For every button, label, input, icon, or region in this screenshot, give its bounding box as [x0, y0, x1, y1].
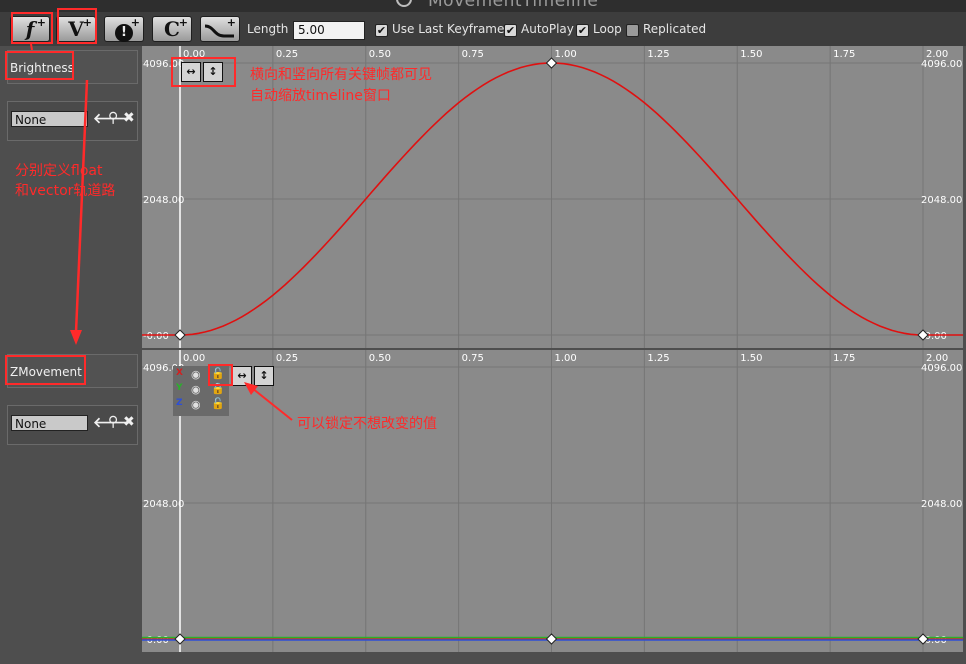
curve-asset-row: None 🡐 ⚲ ✖ — [7, 405, 138, 445]
plus-icon: + — [130, 16, 140, 29]
time-tick-label: 1.50 — [740, 49, 762, 60]
time-tick-label: 1.75 — [833, 49, 855, 60]
annotation-track-type-line2: 和vector轨道路 — [15, 183, 116, 199]
annotation-lock-note: 可以锁定不想改变的值 — [297, 416, 437, 432]
clear-close-icon[interactable]: ✖ — [123, 110, 135, 126]
value-tick-label-left: -0.00 — [143, 331, 169, 342]
keyframe-marker — [174, 329, 186, 341]
window-title: MovementTimeline — [428, 0, 599, 11]
curve-asset-row: None 🡐 ⚲ ✖ — [7, 101, 138, 141]
curve-asset-select[interactable]: None — [11, 111, 88, 127]
annotation-box — [11, 12, 53, 44]
time-tick-label: 0.75 — [462, 49, 484, 60]
time-tick-label: 0.25 — [276, 49, 298, 60]
curve-asset-select[interactable]: None — [11, 415, 88, 431]
time-tick-label: 0.50 — [369, 49, 391, 60]
length-input[interactable]: 5.00 — [293, 21, 365, 40]
time-tick-label: 0.75 — [462, 353, 484, 364]
time-tick-label: 1.50 — [740, 353, 762, 364]
eye-icon[interactable]: ◉ — [191, 383, 201, 396]
color-track-icon: C — [164, 17, 180, 41]
annotation-track-type-line1: 分别定义float — [15, 163, 103, 179]
time-tick-label: 1.00 — [555, 49, 577, 60]
eye-icon[interactable]: ◉ — [191, 398, 201, 411]
value-tick-label-left: 2048.00 — [143, 195, 184, 206]
use-last-keyframe-label: Use Last Keyframe? — [392, 22, 511, 36]
add-color-track-button[interactable]: C + — [152, 16, 192, 42]
autoplay-checkbox[interactable]: ✔ — [504, 24, 517, 37]
loop-checkbox[interactable]: ✔ — [576, 24, 589, 37]
annotation-box — [5, 51, 74, 80]
time-tick-label: 1.25 — [647, 49, 669, 60]
channel-label: X — [176, 368, 183, 378]
eye-icon[interactable]: ◉ — [191, 368, 201, 381]
time-tick-label: 1.75 — [833, 353, 855, 364]
browse-search-icon[interactable]: ⚲ — [108, 414, 118, 430]
annotation-zoom-note-line2: 自动缩放timeline窗口 — [250, 88, 391, 104]
value-tick-label-left: 2048.00 — [143, 499, 184, 510]
annotation-zoom-note-line1: 横向和竖向所有关键帧都可见 — [250, 67, 432, 83]
curve-graph-svg[interactable]: 0.00 0.25 0.50 0.75 1.00 1.25 1.50 1.75 2.004096… — [142, 350, 963, 652]
zoom-horizontal-fit-button[interactable]: ↔ — [232, 366, 252, 386]
annotation-box — [5, 355, 86, 385]
unlock-icon[interactable]: 🔓 — [211, 397, 225, 410]
value-tick-label-right: 2048.00 — [921, 195, 962, 206]
zoom-vertical-fit-button[interactable]: ↕ — [254, 366, 274, 386]
time-tick-label: 0.50 — [369, 353, 391, 364]
channel-label: Z — [176, 398, 183, 408]
timeline-icon — [396, 0, 412, 7]
annotation-box — [57, 8, 97, 44]
length-label: Length — [247, 22, 289, 36]
add-event-track-button[interactable]: ! + — [104, 16, 144, 42]
value-tick-label-right: 2048.00 — [921, 499, 962, 510]
replicated-label: Replicated — [643, 22, 707, 36]
channel-row-z: Z ◉ 🔓 — [176, 397, 228, 412]
value-tick-label-right: 4096.00 — [921, 363, 962, 374]
time-tick-label: 1.25 — [647, 353, 669, 364]
plus-icon: + — [178, 16, 188, 29]
loop-label: Loop — [593, 22, 622, 36]
add-external-curve-button[interactable]: + — [200, 16, 240, 42]
clear-close-icon[interactable]: ✖ — [123, 414, 135, 430]
replicated-checkbox[interactable] — [626, 24, 639, 37]
plus-icon: + — [226, 16, 236, 29]
value-tick-label-right: 4096.00 — [921, 59, 962, 70]
curve-graph-zmovement[interactable]: 0.00 0.25 0.50 0.75 1.00 1.25 1.50 1.75 2.00 4096… — [142, 350, 963, 652]
annotation-arrowhead — [70, 330, 82, 345]
annotation-box — [171, 57, 236, 87]
time-tick-label: 0.25 — [276, 353, 298, 364]
browse-search-icon[interactable]: ⚲ — [108, 110, 118, 126]
time-tick-label: 0.00 — [183, 353, 205, 364]
channel-label: Y — [176, 383, 183, 393]
window-titlebar: MovementTimeline — [0, 0, 966, 12]
time-tick-label: 1.00 — [555, 353, 577, 364]
keyframe-marker — [174, 633, 186, 645]
annotation-box — [208, 364, 233, 386]
use-last-keyframe-checkbox[interactable]: ✔ — [375, 24, 388, 37]
keyframe-marker — [545, 633, 558, 645]
autoplay-label: AutoPlay — [521, 22, 574, 36]
